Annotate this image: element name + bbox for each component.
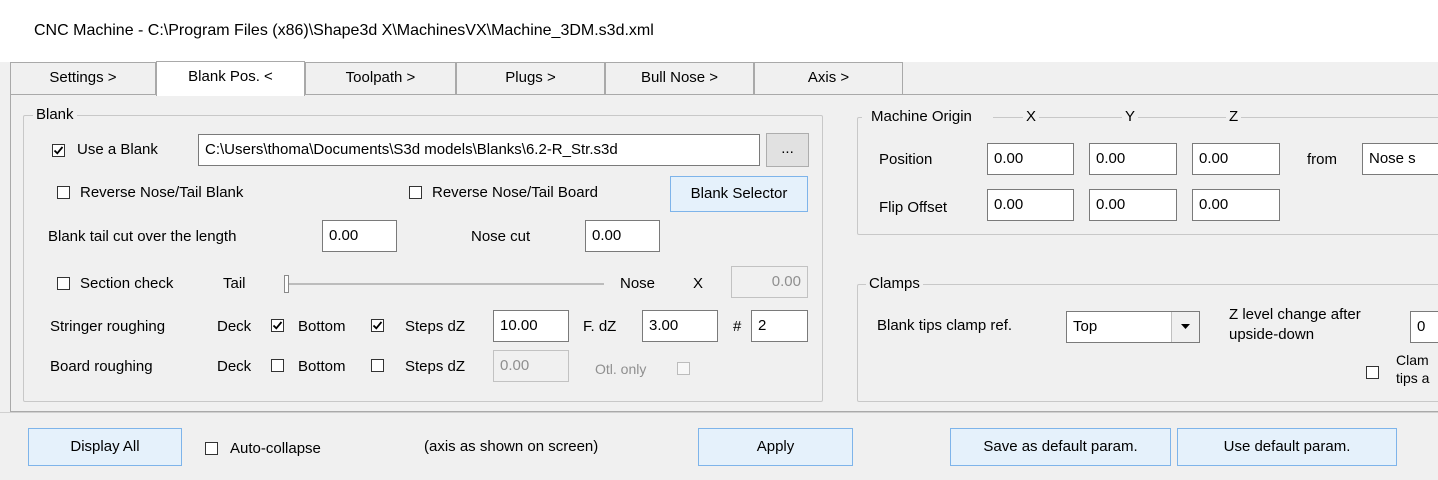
- use-default-button[interactable]: Use default param.: [1177, 428, 1397, 466]
- tail-cut-label: Blank tail cut over the length: [48, 228, 237, 245]
- stringer-steps-field[interactable]: 10.00: [493, 310, 569, 342]
- tab-bull-nose[interactable]: Bull Nose >: [605, 62, 754, 94]
- section-check-label: Section check: [80, 275, 174, 292]
- reverse-board-label: Reverse Nose/Tail Board: [432, 184, 598, 201]
- auto-collapse-checkbox[interactable]: [205, 442, 218, 455]
- fdz-field[interactable]: 3.00: [642, 310, 718, 342]
- origin-col-y: Y: [1122, 108, 1139, 125]
- stringer-deck-label: Deck: [217, 318, 252, 335]
- board-bottom-checkbox[interactable]: [371, 359, 384, 372]
- zlevel-label-line2: upside-down: [1229, 326, 1315, 343]
- count-field[interactable]: 2: [751, 310, 808, 342]
- flip-x-field[interactable]: 0.00: [987, 189, 1074, 221]
- tips-ref-value: Top: [1073, 318, 1098, 335]
- footer-separator: [0, 412, 1438, 413]
- origin-col-x: X: [1023, 108, 1040, 125]
- from-label: from: [1307, 151, 1337, 168]
- position-y-field[interactable]: 0.00: [1089, 143, 1177, 175]
- clamps-title: Clamps: [866, 275, 923, 292]
- chevron-down-icon[interactable]: [1171, 312, 1199, 342]
- clamp-tips-label-line2: tips a: [1396, 370, 1430, 386]
- blank-selector-button[interactable]: Blank Selector: [670, 176, 808, 212]
- section-slider-thumb[interactable]: [284, 275, 289, 293]
- position-x-field[interactable]: 0.00: [987, 143, 1074, 175]
- tab-blank-pos[interactable]: Blank Pos. <: [156, 61, 305, 96]
- zlevel-label-line1: Z level change after: [1229, 306, 1361, 323]
- use-blank-label: Use a Blank: [77, 141, 158, 158]
- slider-tail-label: Tail: [223, 275, 246, 292]
- section-slider-track[interactable]: [285, 283, 604, 285]
- reverse-board-checkbox[interactable]: [409, 186, 422, 199]
- use-blank-checkbox[interactable]: [52, 144, 65, 157]
- position-z-field[interactable]: 0.00: [1192, 143, 1280, 175]
- stringer-bottom-checkbox[interactable]: [371, 319, 384, 332]
- clamps-group: [857, 284, 1438, 402]
- clamp-tips-checkbox[interactable]: [1366, 366, 1379, 379]
- blank-group-title: Blank: [33, 106, 77, 123]
- nose-cut-label: Nose cut: [471, 228, 531, 245]
- board-deck-label: Deck: [217, 358, 252, 375]
- checkmark-icon: [272, 321, 283, 330]
- window-titlebar: CNC Machine - C:\Program Files (x86)\Sha…: [0, 0, 1438, 62]
- section-check-checkbox[interactable]: [57, 277, 70, 290]
- tab-settings[interactable]: Settings >: [10, 62, 156, 94]
- tips-ref-label: Blank tips clamp ref.: [877, 317, 1013, 334]
- stringer-roughing-label: Stringer roughing: [50, 318, 166, 335]
- board-bottom-label: Bottom: [298, 358, 346, 375]
- stringer-bottom-label: Bottom: [298, 318, 346, 335]
- blank-path-field[interactable]: C:\Users\thoma\Documents\S3d models\Blan…: [198, 134, 760, 166]
- clamp-tips-label-line1: Clam: [1396, 352, 1429, 368]
- apply-button[interactable]: Apply: [698, 428, 853, 466]
- board-deck-checkbox[interactable]: [271, 359, 284, 372]
- tips-ref-select[interactable]: Top: [1066, 311, 1200, 343]
- origin-col-z: Z: [1226, 108, 1242, 125]
- origin-title-line: [993, 117, 1438, 118]
- display-all-button[interactable]: Display All: [28, 428, 182, 466]
- board-roughing-label: Board roughing: [50, 358, 153, 375]
- stringer-steps-label: Steps dZ: [405, 318, 466, 335]
- fdz-label: F. dZ: [583, 318, 617, 335]
- from-select[interactable]: Nose s: [1362, 143, 1438, 175]
- window-title: CNC Machine - C:\Program Files (x86)\Sha…: [34, 22, 654, 39]
- board-steps-label: Steps dZ: [405, 358, 466, 375]
- save-default-button[interactable]: Save as default param.: [950, 428, 1171, 466]
- section-x-field: 0.00: [731, 266, 808, 298]
- reverse-blank-checkbox[interactable]: [57, 186, 70, 199]
- flip-y-field[interactable]: 0.00: [1089, 189, 1177, 221]
- checkmark-icon: [372, 321, 383, 330]
- flip-offset-label: Flip Offset: [879, 199, 948, 216]
- axis-note-label: (axis as shown on screen): [424, 438, 599, 455]
- x-label: X: [693, 275, 704, 292]
- auto-collapse-label: Auto-collapse: [230, 440, 321, 457]
- checkmark-icon: [53, 146, 64, 155]
- slider-nose-label: Nose: [620, 275, 656, 292]
- board-steps-field: 0.00: [493, 350, 569, 382]
- outline-only-checkbox: [677, 362, 690, 375]
- zlevel-field[interactable]: 0: [1410, 311, 1438, 343]
- count-label: #: [733, 318, 742, 335]
- tail-cut-field[interactable]: 0.00: [322, 220, 397, 252]
- tab-plugs[interactable]: Plugs >: [456, 62, 605, 94]
- nose-cut-field[interactable]: 0.00: [585, 220, 660, 252]
- flip-z-field[interactable]: 0.00: [1192, 189, 1280, 221]
- position-label: Position: [879, 151, 933, 168]
- tab-toolpath[interactable]: Toolpath >: [305, 62, 456, 94]
- tab-axis[interactable]: Axis >: [754, 62, 903, 94]
- outline-only-label: Otl. only: [595, 361, 647, 377]
- browse-button[interactable]: ...: [766, 133, 809, 167]
- stringer-deck-checkbox[interactable]: [271, 319, 284, 332]
- machine-origin-title: Machine Origin: [868, 108, 975, 125]
- reverse-blank-label: Reverse Nose/Tail Blank: [80, 184, 244, 201]
